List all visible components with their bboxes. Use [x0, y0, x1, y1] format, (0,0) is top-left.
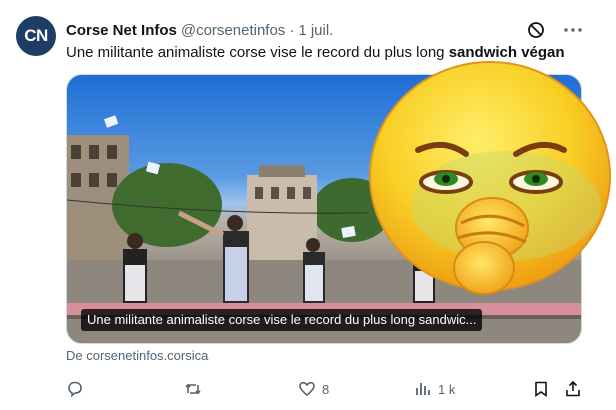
more-icon[interactable]: [562, 20, 584, 40]
tweet-card[interactable]: CN Corse Net Infos @corsenetinfos · 1 ju…: [0, 0, 616, 410]
mute-icon[interactable]: [525, 19, 547, 41]
views-icon: [416, 383, 430, 395]
avatar-initials: CN: [24, 26, 48, 45]
views-button[interactable]: 1 k: [414, 378, 455, 400]
share-icon: [566, 380, 580, 397]
separator-dot: ·: [289, 21, 295, 39]
author-name[interactable]: Corse Net Infos: [66, 22, 177, 39]
views-count: 1 k: [438, 381, 456, 397]
share-button[interactable]: [564, 378, 582, 400]
retweet-button[interactable]: [184, 378, 208, 400]
tweet-header: Corse Net Infos @corsenetinfos · 1 juil.: [66, 20, 333, 40]
bookmark-button[interactable]: [532, 378, 550, 400]
reply-button[interactable]: [66, 378, 90, 400]
like-icon: [299, 381, 315, 397]
avatar[interactable]: CN: [16, 16, 56, 56]
like-button[interactable]: 8: [298, 378, 329, 400]
nauseated-face-emoji: [369, 61, 611, 295]
reply-icon: [68, 381, 82, 398]
bookmark-icon: [535, 381, 547, 398]
author-handle[interactable]: @corsenetinfos: [181, 22, 285, 39]
timestamp[interactable]: 1 juil.: [298, 22, 333, 39]
media-caption: Une militante animaliste corse vise le r…: [81, 309, 483, 331]
link-source[interactable]: De corsenetinfos.corsica: [66, 348, 208, 363]
like-count: 8: [322, 381, 330, 397]
action-bar: 8 1 k: [66, 378, 586, 400]
retweet-icon: [185, 383, 201, 395]
